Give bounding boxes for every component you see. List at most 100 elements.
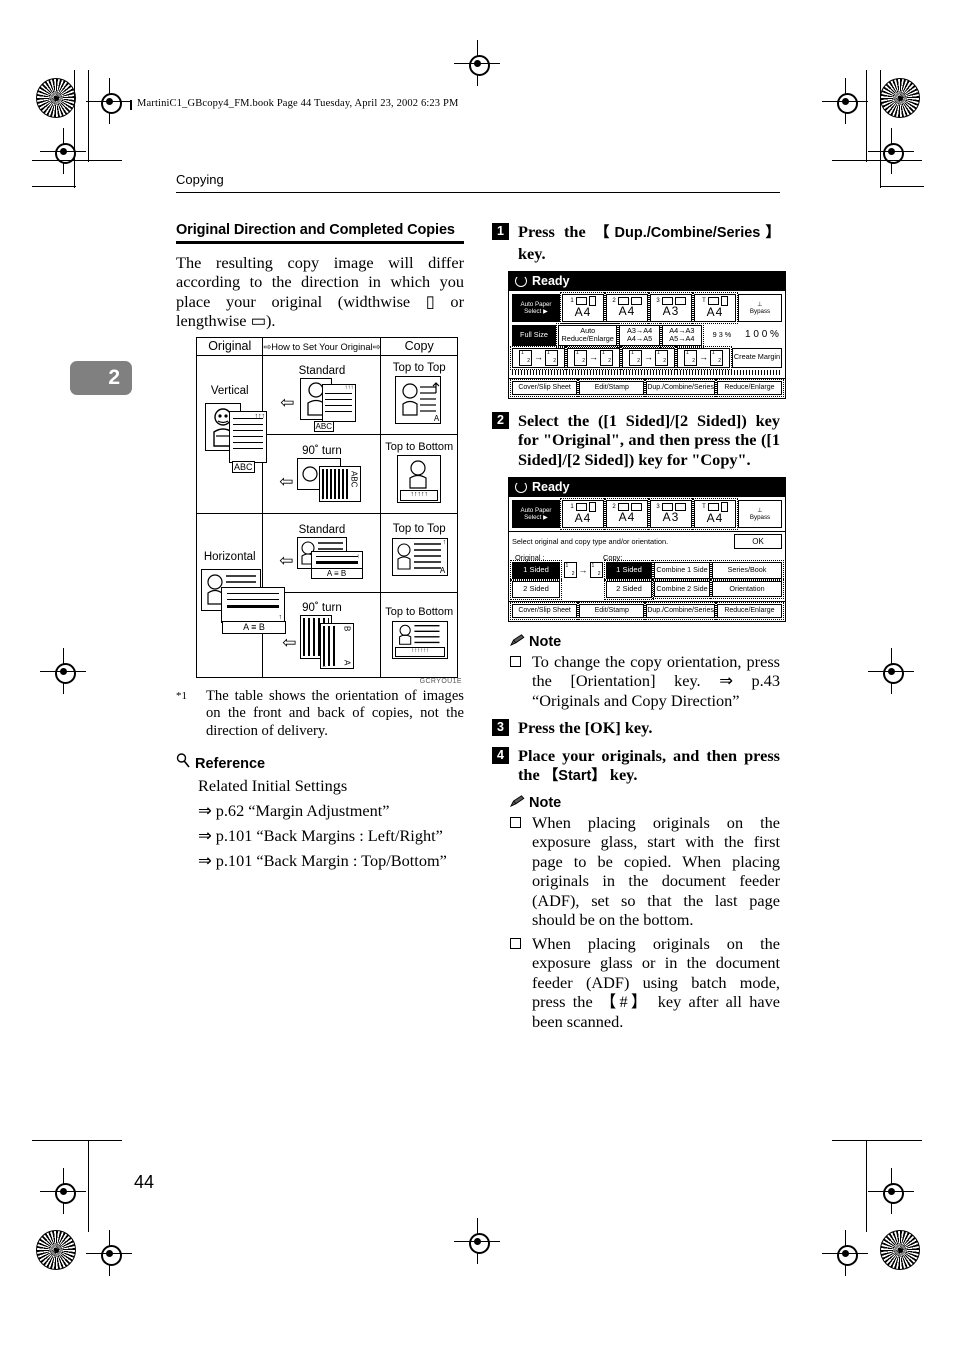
combine-1-side-button[interactable]: Combine 1 Side — [652, 560, 712, 581]
tray-button-2[interactable]: 2 A4 — [604, 292, 650, 324]
thumb-90turn-horizontal: B A ← — [299, 614, 362, 671]
trim-mark-tr-v — [866, 70, 867, 162]
tab-dup-combine-series[interactable]: Dup./Combine/Series — [644, 378, 717, 397]
bypass-tray-icon: ⊥ — [757, 300, 763, 308]
duplex-icon: 1 2 → 1 2 — [519, 349, 558, 366]
arrow-right-icon: ⇨ — [372, 342, 381, 353]
auto-reduce-enlarge-button[interactable]: Auto Reduce/Enlarge — [555, 322, 620, 348]
auto-paper-select-button[interactable]: Auto Paper Select ▶ — [512, 294, 560, 322]
file-header: MartiniC1_GBcopy4_FM.book Page 44 Tuesda… — [137, 98, 459, 109]
step-3: 3 Press the [OK] key. — [492, 718, 780, 738]
left-arrow-icon: ⇦ — [279, 551, 294, 571]
density-star-top-right — [880, 78, 920, 118]
label-standard: Standard — [298, 523, 346, 536]
ratio-100: 1 0 0 % — [741, 324, 782, 346]
cell-copy-horizontal-toptop: Top to Top ↑ A — [380, 512, 458, 593]
duplex-icon: 1 2 → 1 2 — [684, 349, 723, 366]
table-row: Vertical ↑↑↑ ABC Standard ⇦ ↑↑↑ ABC Top … — [195, 354, 458, 514]
tab-cover-slip-sheet[interactable]: Cover/Slip Sheet — [509, 601, 580, 620]
note-bullet: When placing originals on the exposure g… — [510, 813, 780, 930]
b-mark: B — [342, 625, 352, 631]
tray-button-1[interactable]: 1 A4 — [560, 292, 606, 324]
ratio-93: 9 3 % — [703, 324, 740, 346]
figure-code: GCRYOU1E — [419, 677, 462, 685]
tab-edit-stamp[interactable]: Edit/Stamp — [577, 601, 647, 620]
step-text: Select the ([1 Sided]/[2 Sided]) key for… — [518, 410, 780, 469]
tray-size: A4 — [706, 511, 724, 526]
bypass-label: Bypass — [749, 307, 771, 315]
a-mark: A — [342, 660, 352, 666]
sided-row-1: 1 Sided 1 2 → 1 2 1 Sided Combine 1 Side Ser… — [510, 560, 784, 581]
bypass-button[interactable]: ⊥ Bypass — [738, 294, 782, 322]
pencil-glyph — [510, 633, 525, 646]
vertical-lines — [321, 468, 350, 499]
lcd-tray-zone: Auto Paper Select ▶ 1 A4 2 A4 3 A3 T A4 — [509, 497, 785, 531]
up-arrow-icon: ↑ — [442, 539, 447, 547]
lcd-status: Ready — [532, 274, 570, 288]
original-2-sided-button[interactable]: 2 Sided — [510, 578, 562, 600]
lcd-title-bar: Ready — [509, 272, 785, 291]
duplex-key-4[interactable]: 1 2 → 1 2 — [675, 345, 732, 370]
thumb-90turn-vertical: ABC ↑ — [296, 457, 365, 506]
thumb-horizontal-original: ↑ A ≡ B — [199, 567, 286, 639]
tray-button-4[interactable]: T A4 — [692, 498, 738, 530]
label-90-turn: 90˚ turn — [302, 444, 342, 457]
auto-reduce-label: Auto Reduce/Enlarge — [561, 325, 614, 344]
bypass-button[interactable]: ⊥ Bypass — [738, 500, 782, 528]
duplex-icon: 1 2 → 1 2 — [574, 349, 613, 366]
tray-size: A4 — [618, 510, 636, 525]
pencil-icon — [510, 794, 525, 811]
trim-mark-bl-v — [88, 1140, 89, 1232]
duplex-key-1[interactable]: 1 2 → 1 2 — [510, 345, 567, 370]
abc-mark: ABC — [313, 420, 334, 432]
bypass-label: Bypass — [749, 514, 771, 522]
label-horizontal: Horizontal — [203, 551, 256, 564]
duplex-key-3[interactable]: 1 2 → 1 2 — [620, 345, 677, 370]
tab-reduce-enlarge[interactable]: Reduce/Enlarge — [714, 601, 785, 620]
tab-reduce-enlarge[interactable]: Reduce/Enlarge — [714, 378, 785, 397]
tray-button-2[interactable]: 2 A4 — [604, 498, 650, 530]
lcd-ratio-zone: Full Size Auto Reduce/Enlarge A3→A4 A4→A… — [509, 322, 785, 378]
duplex-key-2[interactable]: 1 2 → 1 2 — [565, 345, 622, 370]
reference-label: Reference — [195, 756, 266, 773]
auto-paper-select-button[interactable]: Auto Paper Select ▶ — [512, 500, 560, 528]
reference-line: ⇒ p.101 “Back Margin : Top/Bottom” — [198, 851, 447, 871]
lcd-panel-1[interactable]: Ready Auto Paper Select ▶ 1 A4 2 A4 3 A3 — [508, 271, 786, 399]
ratio-key-2[interactable]: A4→A3 A5→A4 — [659, 322, 704, 348]
lcd-function-tabs: Cover/Slip Sheet Edit/Stamp Dup./Combine… — [509, 377, 785, 398]
ok-button[interactable]: OK — [734, 533, 782, 550]
trim-mark-tr-h2 — [880, 186, 924, 187]
copy-2-sided-button[interactable]: 2 Sided — [604, 578, 654, 600]
duplex-icon: 1 2 → 1 2 — [629, 349, 668, 366]
create-margin-button[interactable]: Create Margin — [732, 347, 782, 368]
tab-cover-slip-sheet[interactable]: Cover/Slip Sheet — [509, 378, 580, 397]
page-lines: ↑↑↑↑↑↑ — [392, 621, 449, 660]
lcd-panel-2[interactable]: Ready Auto Paper Select ▶ 1 A4 2 A4 3 A3 — [508, 477, 786, 622]
ratio-key-1[interactable]: A3→A4 A4→A5 — [617, 322, 662, 348]
original-1-sided-button[interactable]: 1 Sided — [510, 560, 562, 581]
full-size-button[interactable]: Full Size — [512, 324, 556, 346]
page-number: 44 — [134, 1172, 155, 1192]
tray-button-3[interactable]: 3 A3 — [648, 292, 694, 324]
thumb-copy-topbottom-h: ↑↑↑↑↑↑ — [388, 621, 450, 663]
tray-button-3[interactable]: 3 A3 — [648, 498, 694, 530]
page-lines: B A ← — [319, 622, 354, 669]
tray-number: 3 — [656, 503, 660, 510]
tab-edit-stamp[interactable]: Edit/Stamp — [577, 378, 647, 397]
cell-how-vertical-90turn: 90˚ turn ⇦ ABC ↑ — [262, 433, 382, 514]
tray-button-1[interactable]: 1 A4 — [560, 498, 606, 530]
orientation-button[interactable]: Orientation — [710, 579, 784, 600]
lcd-divider — [512, 369, 782, 375]
right-column: 1 Press the 【Dup./Combine/Series】 key. R… — [492, 222, 786, 1039]
tray-row: Auto Paper Select ▶ 1 A4 2 A4 3 A3 T A4 — [512, 498, 782, 530]
note-block-2: Note When placing originals on the expos… — [510, 795, 780, 1032]
copy-1-sided-button[interactable]: 1 Sided — [604, 560, 654, 581]
tab-dup-combine-series[interactable]: Dup./Combine/Series — [644, 601, 717, 620]
combine-2-side-button[interactable]: Combine 2 Side — [652, 579, 712, 600]
tray-button-4[interactable]: T A4 — [692, 292, 738, 324]
orientation-table: Original ⇨How to Set Your Original⇨ Copy… — [195, 336, 458, 678]
series-book-button[interactable]: Series/Book — [710, 560, 784, 581]
tray-number: 1 — [570, 297, 574, 304]
intro-paragraph: The resulting copy image will differ acc… — [176, 252, 464, 331]
lcd-title-bar: Ready — [509, 478, 785, 498]
